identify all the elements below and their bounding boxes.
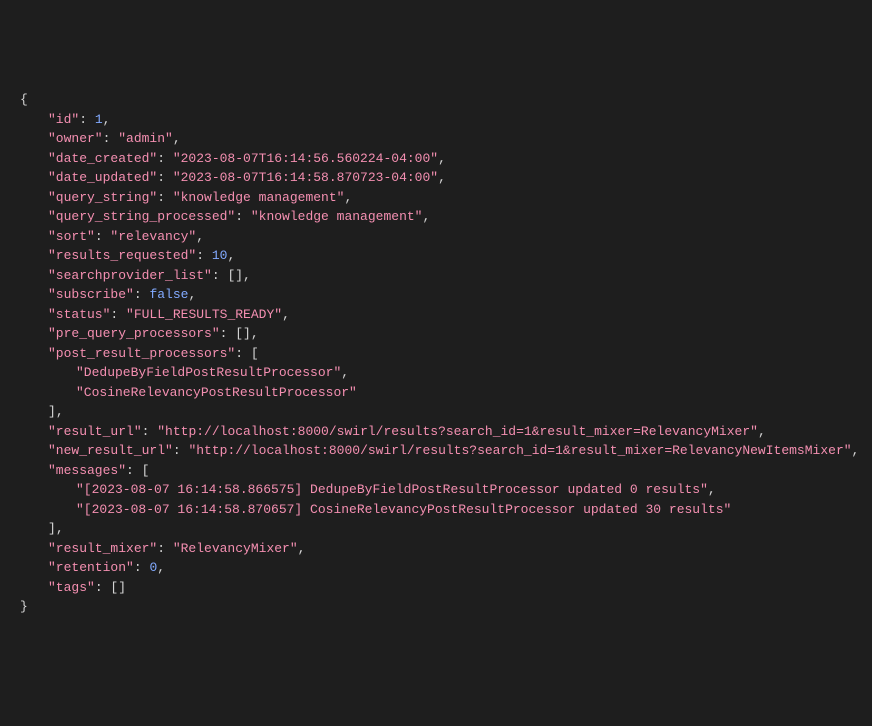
json-array-item: "[2023-08-07 16:14:58.870657] CosineRele…	[20, 500, 852, 520]
json-array-item: "DedupeByFieldPostResultProcessor",	[20, 363, 852, 383]
json-row-searchprovider-list: "searchprovider_list": [],	[20, 266, 852, 286]
json-row-pre-query-processors: "pre_query_processors": [],	[20, 324, 852, 344]
json-array-close: ],	[20, 402, 852, 422]
json-viewer: {"id": 1,"owner": "admin","date_created"…	[20, 90, 852, 617]
json-row-owner: "owner": "admin",	[20, 129, 852, 149]
json-row-results-requested: "results_requested": 10,	[20, 246, 852, 266]
json-row-new-result-url: "new_result_url": "http://localhost:8000…	[20, 441, 852, 461]
json-row-tags: "tags": []	[20, 578, 852, 598]
json-row-retention: "retention": 0,	[20, 558, 852, 578]
json-open-brace: {	[20, 90, 852, 110]
json-array-item: "[2023-08-07 16:14:58.866575] DedupeByFi…	[20, 480, 852, 500]
json-row-query-string: "query_string": "knowledge management",	[20, 188, 852, 208]
json-array-item: "CosineRelevancyPostResultProcessor"	[20, 383, 852, 403]
json-row-messages-open: "messages": [	[20, 461, 852, 481]
json-row-date-updated: "date_updated": "2023-08-07T16:14:58.870…	[20, 168, 852, 188]
json-row-result-mixer: "result_mixer": "RelevancyMixer",	[20, 539, 852, 559]
json-row-id: "id": 1,	[20, 110, 852, 130]
json-row-result-url: "result_url": "http://localhost:8000/swi…	[20, 422, 852, 442]
json-close-brace: }	[20, 597, 852, 617]
json-row-sort: "sort": "relevancy",	[20, 227, 852, 247]
json-row-subscribe: "subscribe": false,	[20, 285, 852, 305]
json-row-date-created: "date_created": "2023-08-07T16:14:56.560…	[20, 149, 852, 169]
json-row-status: "status": "FULL_RESULTS_READY",	[20, 305, 852, 325]
json-row-post-result-processors-open: "post_result_processors": [	[20, 344, 852, 364]
json-row-query-string-processed: "query_string_processed": "knowledge man…	[20, 207, 852, 227]
json-array-close: ],	[20, 519, 852, 539]
